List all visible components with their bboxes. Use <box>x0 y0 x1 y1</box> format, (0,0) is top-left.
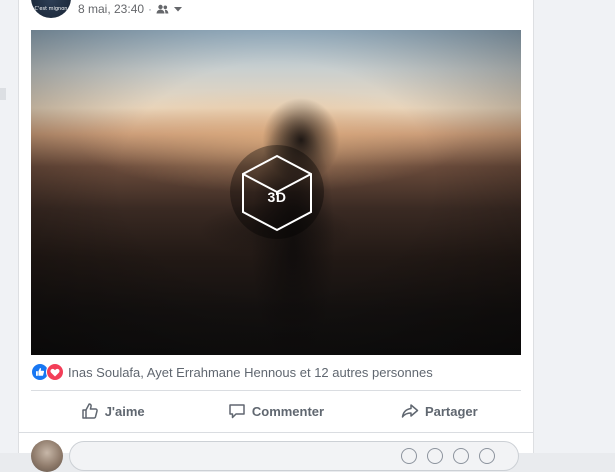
meta-separator: · <box>148 2 153 16</box>
sticker-icon[interactable] <box>479 448 495 464</box>
love-reaction-icon <box>46 363 64 381</box>
comment-composer <box>31 440 521 472</box>
gutter-marker <box>0 88 6 100</box>
3d-badge[interactable]: 3D <box>230 145 324 243</box>
reactors-list[interactable]: Inas Soulafa, Ayet Errahmane Hennous et … <box>68 365 433 380</box>
like-button[interactable]: J'aime <box>31 394 194 428</box>
post-actions-bar: J'aime Commenter Partager <box>31 394 521 428</box>
comment-bubble-icon <box>229 404 245 419</box>
page-avatar-text: C'est mignon <box>34 6 68 12</box>
thumbs-up-icon <box>81 403 98 419</box>
post-meta: 8 mai, 23:40 · <box>78 1 183 17</box>
friends-audience-icon[interactable] <box>156 4 169 14</box>
post-3d-photo[interactable]: 3D <box>31 30 521 355</box>
comment-button[interactable]: Commenter <box>194 394 357 428</box>
camera-icon[interactable] <box>427 448 443 464</box>
chevron-down-icon[interactable] <box>173 5 183 13</box>
share-arrow-icon <box>401 404 419 418</box>
reactions-divider <box>31 390 521 391</box>
share-button[interactable]: Partager <box>358 394 521 428</box>
current-user-avatar[interactable] <box>31 440 63 472</box>
gif-icon[interactable] <box>453 448 469 464</box>
comment-tools <box>401 448 495 464</box>
post-header: C'est mignon 8 mai, 23:40 · <box>19 0 533 22</box>
page-avatar[interactable]: C'est mignon <box>31 0 71 18</box>
reactions-summary[interactable]: Inas Soulafa, Ayet Errahmane Hennous et … <box>31 362 433 382</box>
share-button-label: Partager <box>424 403 478 419</box>
feed-post-card: C'est mignon 8 mai, 23:40 · 3D Inas Soul… <box>18 0 534 472</box>
like-button-label: J'aime <box>104 403 145 419</box>
right-feed-gutter <box>532 0 615 453</box>
left-feed-gutter <box>0 0 19 453</box>
actions-divider <box>19 432 533 433</box>
comment-button-label: Commenter <box>251 403 325 419</box>
3d-badge-label: 3D <box>267 189 287 205</box>
post-timestamp[interactable]: 8 mai, 23:40 <box>78 2 144 16</box>
emoji-icon[interactable] <box>401 448 417 464</box>
